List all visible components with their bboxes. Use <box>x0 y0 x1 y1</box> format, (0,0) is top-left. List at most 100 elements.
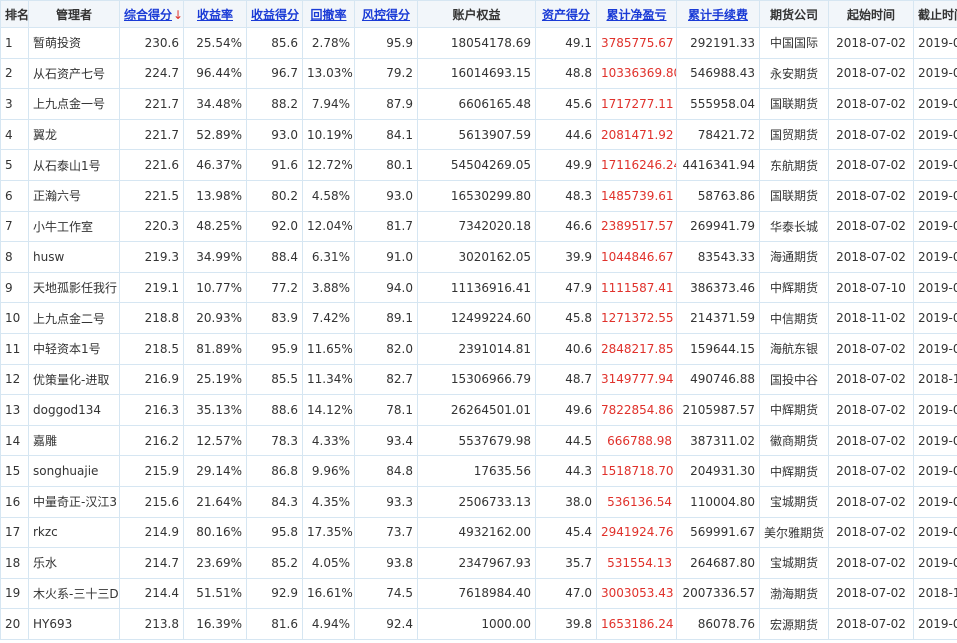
sort-descending-icon[interactable]: ↓ <box>173 8 182 22</box>
cell-return: 13.98% <box>183 179 247 212</box>
column-header-fee[interactable]: 累计手续费 <box>676 0 760 28</box>
cell-fee: 2007336.57 <box>676 577 760 610</box>
cell-end: 2019-01-23 <box>913 179 957 212</box>
cell-risk-score: 93.4 <box>354 424 418 457</box>
column-header-label[interactable]: 收益得分 <box>251 8 299 22</box>
cell-company: 徽商期货 <box>759 424 829 457</box>
cell-rank: 15 <box>0 455 29 487</box>
column-header-score[interactable]: 综合得分↓ <box>119 0 184 28</box>
cell-equity: 7342020.18 <box>417 210 536 243</box>
cell-start: 2018-07-02 <box>828 118 914 151</box>
cell-end: 2018-10-29 <box>913 363 957 396</box>
column-header-risk-score[interactable]: 风控得分 <box>354 0 418 28</box>
cell-return-score: 83.9 <box>246 302 303 334</box>
cell-rank: 4 <box>0 118 29 151</box>
cell-company: 华泰长城 <box>759 210 829 243</box>
column-header-drawdown[interactable]: 回撤率 <box>302 0 355 28</box>
cell-fee: 490746.88 <box>676 363 760 396</box>
cell-return: 96.44% <box>183 57 247 90</box>
column-header-rank: 排名 <box>0 0 29 28</box>
cell-drawdown: 7.94% <box>302 88 355 120</box>
cell-fee: 86078.76 <box>676 608 760 640</box>
table-row: 17 rkzc 214.9 80.16% 95.8 17.35% 73.7 4932162.0… <box>0 516 957 549</box>
column-header-label[interactable]: 综合得分 <box>124 8 172 22</box>
cell-return: 48.25% <box>183 210 247 243</box>
column-header-pnl[interactable]: 累计净盈亏 <box>596 0 677 28</box>
cell-drawdown: 4.05% <box>302 547 355 579</box>
cell-score: 221.7 <box>119 118 184 151</box>
cell-risk-score: 92.4 <box>354 608 418 640</box>
cell-manager: rkzc <box>28 516 120 549</box>
cell-end: 2019-01-23 <box>913 455 957 487</box>
column-header-return[interactable]: 收益率 <box>183 0 247 28</box>
cell-return: 34.48% <box>183 88 247 120</box>
cell-company: 中辉期货 <box>759 394 829 426</box>
cell-return-score: 95.9 <box>246 332 303 365</box>
cell-manager: doggod134 <box>28 394 120 426</box>
column-header-label[interactable]: 累计手续费 <box>688 8 748 22</box>
cell-rank: 11 <box>0 332 29 365</box>
table-row: 1 暂萌投资 230.6 25.54% 85.6 2.78% 95.9 18054178.69… <box>0 27 957 59</box>
cell-risk-score: 80.1 <box>354 149 418 181</box>
table-row: 6 正瀚六号 221.5 13.98% 80.2 4.58% 93.0 16530299.80… <box>0 179 957 212</box>
cell-score: 216.3 <box>119 394 184 426</box>
cell-score: 215.6 <box>119 485 184 518</box>
cell-return: 80.16% <box>183 516 247 549</box>
cell-end: 2019-01-23 <box>913 608 957 640</box>
cell-end: 2019-01-23 <box>913 118 957 151</box>
table-row: 7 小牛工作室 220.3 48.25% 92.0 12.04% 81.7 7342020.1… <box>0 210 957 243</box>
cell-return-score: 92.0 <box>246 210 303 243</box>
cell-return-score: 93.0 <box>246 118 303 151</box>
cell-rank: 16 <box>0 485 29 518</box>
cell-drawdown: 11.34% <box>302 363 355 396</box>
cell-end: 2019-01-23 <box>913 241 957 273</box>
cell-risk-score: 79.2 <box>354 57 418 90</box>
table-row: 2 从石资产七号 224.7 96.44% 96.7 13.03% 79.2 16014693… <box>0 57 957 90</box>
column-header-label: 截止时间 <box>918 7 957 22</box>
cell-risk-score: 93.0 <box>354 179 418 212</box>
cell-rank: 9 <box>0 271 29 304</box>
cell-drawdown: 4.94% <box>302 608 355 640</box>
cell-asset-score: 44.5 <box>535 424 597 457</box>
cell-score: 219.3 <box>119 241 184 273</box>
cell-return: 25.19% <box>183 363 247 396</box>
column-header-label[interactable]: 风控得分 <box>362 8 410 22</box>
column-header-label[interactable]: 回撤率 <box>310 8 346 22</box>
column-header-asset-score[interactable]: 资产得分 <box>535 0 597 28</box>
cell-score: 215.9 <box>119 455 184 487</box>
table-body: 1 暂萌投资 230.6 25.54% 85.6 2.78% 95.9 18054178.69… <box>0 27 957 640</box>
table-header: 排名 管理者 综合得分↓ 收益率 收益得分 回撤率 风控得分 账户权益 资产得分 累计净盈亏 累计手… <box>0 0 957 28</box>
cell-return: 10.77% <box>183 271 247 304</box>
cell-risk-score: 87.9 <box>354 88 418 120</box>
cell-score: 214.9 <box>119 516 184 549</box>
cell-score: 216.9 <box>119 363 184 396</box>
cell-manager: 小牛工作室 <box>28 210 120 243</box>
cell-start: 2018-07-02 <box>828 27 914 59</box>
cell-asset-score: 39.8 <box>535 608 597 640</box>
cell-pnl: 2848217.85 <box>596 332 677 365</box>
cell-company: 中信期货 <box>759 302 829 334</box>
column-header-manager: 管理者 <box>28 0 120 28</box>
table-row: 14 嘉雕 216.2 12.57% 78.3 4.33% 93.4 5537679.98 44… <box>0 424 957 457</box>
cell-score: 218.5 <box>119 332 184 365</box>
cell-end: 2019-01-23 <box>913 394 957 426</box>
cell-equity: 18054178.69 <box>417 27 536 59</box>
cell-score: 214.7 <box>119 547 184 579</box>
cell-drawdown: 2.78% <box>302 27 355 59</box>
cell-rank: 12 <box>0 363 29 396</box>
cell-equity: 4932162.00 <box>417 516 536 549</box>
column-header-label[interactable]: 收益率 <box>197 8 233 22</box>
cell-company: 国联期货 <box>759 88 829 120</box>
cell-start: 2018-07-02 <box>828 179 914 212</box>
cell-score: 214.4 <box>119 577 184 610</box>
column-header-return-score[interactable]: 收益得分 <box>246 0 303 28</box>
column-header-label[interactable]: 累计净盈亏 <box>606 8 666 22</box>
table-row: 19 木火系-三十三D 214.4 51.51% 92.9 16.61% 74.5 76189… <box>0 577 957 610</box>
cell-equity: 2347967.93 <box>417 547 536 579</box>
cell-return-score: 85.6 <box>246 27 303 59</box>
column-header-label[interactable]: 资产得分 <box>542 8 590 22</box>
cell-asset-score: 48.8 <box>535 57 597 90</box>
cell-risk-score: 74.5 <box>354 577 418 610</box>
cell-start: 2018-07-02 <box>828 424 914 457</box>
cell-end: 2019-01-23 <box>913 88 957 120</box>
